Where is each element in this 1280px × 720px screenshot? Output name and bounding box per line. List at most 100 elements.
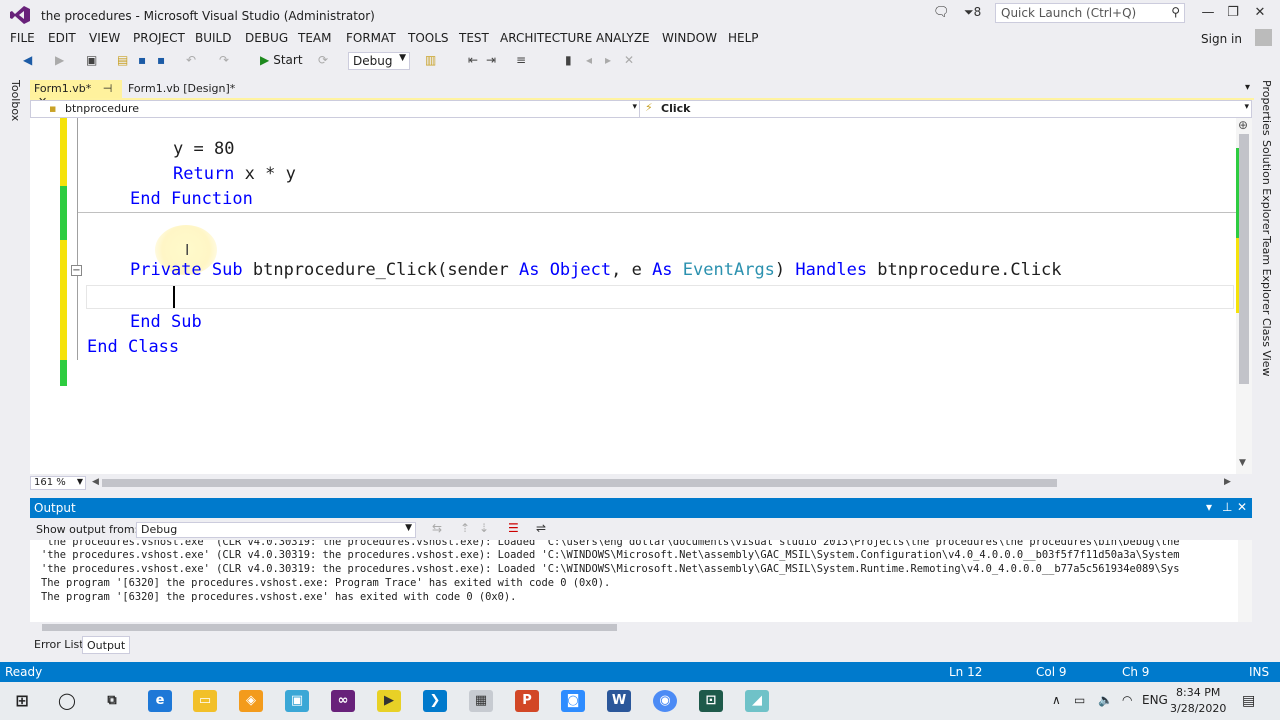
tab-output[interactable]: Output — [82, 636, 131, 654]
save-all-icon[interactable]: ▪ — [157, 53, 165, 67]
menu-architecture[interactable]: ARCHITECTURE — [500, 31, 592, 45]
panel-menu-icon[interactable]: ▾ — [1206, 500, 1212, 514]
file-explorer-icon[interactable]: ▭ — [193, 690, 217, 712]
close-button[interactable]: ✕ — [1250, 5, 1270, 20]
pin-icon[interactable]: ⊥ — [1222, 500, 1232, 514]
menu-tools[interactable]: TOOLS — [408, 31, 449, 45]
volume-icon[interactable]: 🔈 — [1098, 693, 1113, 707]
powerpoint-icon[interactable]: P — [515, 690, 539, 712]
menu-test[interactable]: TEST — [459, 31, 489, 45]
network-status-icon[interactable]: ▭ — [1074, 693, 1085, 707]
action-center-icon[interactable]: ▤ — [1242, 693, 1255, 709]
refresh-icon[interactable]: ⟳ — [318, 53, 328, 67]
chrome-icon[interactable]: ◉ — [653, 690, 677, 712]
team-explorer-tab[interactable]: Team Explorer — [1260, 236, 1273, 314]
vscode-icon[interactable]: ❯ — [423, 690, 447, 712]
next-message-icon[interactable]: ⇣ — [479, 521, 489, 535]
clear-all-icon[interactable]: ☰ — [508, 521, 519, 535]
notifications-icon[interactable]: ⏷8 — [964, 5, 981, 20]
bookmark-icon[interactable]: ▮ — [565, 53, 572, 67]
split-icon[interactable]: ⊕ — [1238, 118, 1248, 132]
wifi-icon[interactable]: ◠ — [1122, 693, 1132, 707]
output-text-area[interactable]: the procedures.vshost.exe (CLR v4.0.3031… — [30, 540, 1252, 622]
menu-edit[interactable]: EDIT — [48, 31, 76, 45]
forward-icon[interactable]: ▶ — [55, 53, 64, 67]
start-debug-button[interactable]: ▶ Start — [260, 53, 303, 67]
menu-build[interactable]: BUILD — [195, 31, 231, 45]
windows-start-icon[interactable]: ⊞ — [10, 690, 34, 712]
scroll-right-icon[interactable]: ▶ — [1224, 477, 1231, 487]
prev-bookmark-icon[interactable]: ◂ — [586, 53, 592, 67]
output-source-select[interactable]: Debug ▼ — [136, 522, 416, 538]
next-bookmark-icon[interactable]: ▸ — [605, 53, 611, 67]
open-file-icon[interactable]: ▤ — [117, 53, 128, 67]
object-dropdown[interactable]: ▪ btnprocedure ▾ — [31, 101, 640, 117]
zoom-select[interactable]: 161 % ▼ — [30, 476, 86, 490]
solution-explorer-tab[interactable]: Solution Explorer — [1260, 140, 1273, 234]
menu-file[interactable]: FILE — [10, 31, 35, 45]
properties-tab[interactable]: Properties — [1260, 80, 1273, 136]
menu-debug[interactable]: DEBUG — [245, 31, 288, 45]
toolbox-tab[interactable]: Toolbox — [9, 80, 22, 121]
task-view-icon[interactable]: ⧉ — [100, 690, 124, 712]
scroll-left-icon[interactable]: ◀ — [92, 477, 99, 487]
pin-icon[interactable]: ⊣ — [103, 82, 113, 95]
event-dropdown[interactable]: ⚡ Click ▾ — [641, 101, 1251, 117]
prev-message-icon[interactable]: ⇡ — [460, 521, 470, 535]
word-wrap-icon[interactable]: ⇌ — [536, 521, 546, 535]
back-icon[interactable]: ◀ — [23, 53, 32, 67]
minimize-button[interactable]: — — [1198, 5, 1218, 20]
avatar-icon[interactable] — [1255, 29, 1272, 46]
undo-icon[interactable]: ↶ — [186, 53, 196, 67]
system-clock[interactable]: 8:34 PM 3/28/2020 — [1170, 685, 1226, 717]
tray-overflow-icon[interactable]: ∧ — [1052, 693, 1061, 707]
sign-in-link[interactable]: Sign in — [1201, 32, 1242, 46]
collapse-region-button[interactable]: − — [71, 265, 82, 276]
find-in-files-icon[interactable]: ▥ — [425, 53, 436, 67]
app-icon[interactable]: ◈ — [239, 690, 263, 712]
save-icon[interactable]: ▪ — [138, 53, 146, 67]
visual-studio-taskbar-icon[interactable]: ∞ — [331, 690, 355, 712]
output-vertical-scrollbar[interactable] — [1238, 540, 1252, 622]
redo-icon[interactable]: ↷ — [219, 53, 229, 67]
scroll-down-icon[interactable]: ▼ — [1239, 458, 1246, 468]
format-left-icon[interactable]: ⇤ — [468, 53, 478, 67]
scrollbar-thumb[interactable] — [1239, 134, 1249, 384]
menu-window[interactable]: WINDOW — [662, 31, 717, 45]
menu-analyze[interactable]: ANALYZE — [596, 31, 650, 45]
find-message-icon[interactable]: ⇆ — [432, 521, 442, 535]
tab-error-list[interactable]: Error List — [30, 636, 88, 654]
maximize-button[interactable]: ❐ — [1223, 5, 1243, 20]
app-icon[interactable]: ◢ — [745, 690, 769, 712]
class-view-tab[interactable]: Class View — [1260, 318, 1273, 377]
app-icon[interactable]: ▦ — [469, 690, 493, 712]
zoom-icon[interactable]: ◙ — [561, 690, 585, 712]
app-icon[interactable]: ⊡ — [699, 690, 723, 712]
word-icon[interactable]: W — [607, 690, 631, 712]
media-player-icon[interactable]: ▶ — [377, 690, 401, 712]
menu-format[interactable]: FORMAT — [346, 31, 396, 45]
new-project-icon[interactable]: ▣ — [86, 53, 97, 67]
horizontal-scrollbar-thumb[interactable] — [102, 479, 1057, 487]
feedback-icon[interactable]: 🗨 — [933, 5, 950, 20]
menu-project[interactable]: PROJECT — [133, 31, 185, 45]
solution-configuration-select[interactable]: Debug ▼ — [348, 52, 410, 70]
input-language[interactable]: ENG — [1142, 693, 1168, 707]
quick-launch-input[interactable]: Quick Launch (Ctrl+Q) ⚲ — [995, 3, 1185, 23]
format-right-icon[interactable]: ⇥ — [486, 53, 496, 67]
remote-desktop-icon[interactable]: ▣ — [285, 690, 309, 712]
menu-team[interactable]: TEAM — [298, 31, 331, 45]
close-icon[interactable]: ✕ — [1237, 500, 1247, 514]
tab-form1-design[interactable]: Form1.vb [Design]* — [124, 80, 264, 98]
editor-vertical-scrollbar[interactable]: ⊕ ▼ — [1236, 118, 1252, 474]
tab-form1-vb[interactable]: Form1.vb* ⊣ ✕ — [30, 80, 122, 108]
output-horizontal-scrollbar[interactable] — [30, 622, 1252, 634]
clear-bookmarks-icon[interactable]: ✕ — [624, 53, 634, 67]
menu-help[interactable]: HELP — [728, 31, 759, 45]
comment-icon[interactable]: ≡ — [516, 53, 526, 67]
cortana-icon[interactable]: ◯ — [55, 690, 79, 712]
tab-overflow-icon[interactable]: ▾ — [1245, 82, 1250, 93]
scrollbar-thumb[interactable] — [42, 624, 617, 631]
edge-icon[interactable]: e — [148, 690, 172, 712]
menu-view[interactable]: VIEW — [89, 31, 120, 45]
